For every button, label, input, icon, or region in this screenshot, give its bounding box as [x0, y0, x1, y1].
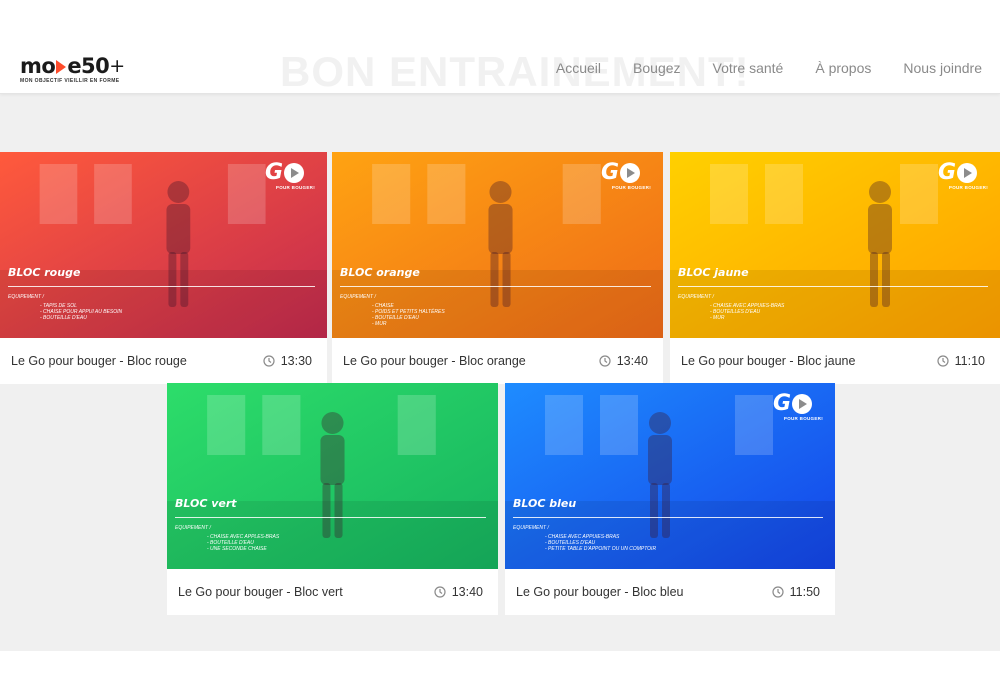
- video-title[interactable]: Le Go pour bouger - Bloc jaune: [681, 354, 855, 368]
- equipment-list: - CHAISE - POIDS ET PETITS HALTÈRES - BOUT…: [372, 303, 445, 327]
- go-tagline: POUR BOUGER!: [783, 416, 823, 421]
- equipment-item: - BOUTEILLE D'EAU: [40, 315, 87, 321]
- video-caption[interactable]: Le Go pour bouger - Bloc vert 13:40: [167, 569, 498, 615]
- video-title[interactable]: Le Go pour bouger - Bloc rouge: [11, 354, 187, 368]
- equipment-list: - CHAISE AVEC APPUIES-BRAS - BOUTEILLES D…: [545, 534, 656, 552]
- duration-text: 13:40: [451, 585, 483, 599]
- video-card-1[interactable]: G POUR BOUGER! BLOC rouge EQUIPEMENT / -…: [0, 152, 327, 384]
- play-icon: [620, 163, 641, 183]
- video-card-2[interactable]: G POUR BOUGER! BLOC orange EQUIPEMENT / …: [332, 152, 663, 384]
- main-nav: Accueil Bougez Votre santé À propos Nous…: [524, 60, 982, 76]
- clock-icon: [937, 355, 949, 367]
- play-icon: [957, 163, 978, 183]
- equipment-item: - UNE SECONDE CHAISE: [207, 546, 267, 552]
- bloc-label: BLOC rouge: [8, 266, 81, 279]
- go-tagline: POUR BOUGER!: [948, 185, 988, 190]
- go-letters: G: [265, 160, 284, 185]
- clock-icon: [599, 355, 611, 367]
- video-title[interactable]: Le Go pour bouger - Bloc bleu: [516, 585, 683, 599]
- clock-icon: [772, 586, 784, 598]
- go-pour-bouger-logo: G POUR BOUGER!: [773, 393, 823, 425]
- equipment-list: - CHAISE AVEC APPUIES-BRAS - BOUTEILLES D…: [710, 303, 784, 321]
- video-caption[interactable]: Le Go pour bouger - Bloc bleu 11:50: [505, 569, 835, 615]
- video-thumbnail[interactable]: G POUR BOUGER! BLOC rouge EQUIPEMENT / -…: [0, 152, 327, 338]
- logo-wordmark: mo e50 +: [20, 55, 140, 77]
- bloc-label: BLOC jaune: [678, 266, 749, 279]
- video-card-5[interactable]: G POUR BOUGER! BLOC bleu EQUIPEMENT / - …: [505, 383, 835, 615]
- thumbnail-divider: [175, 517, 486, 518]
- clock-icon: [434, 586, 446, 598]
- video-thumbnail[interactable]: G POUR BOUGER! BLOC bleu EQUIPEMENT / - …: [505, 383, 835, 569]
- go-pour-bouger-logo: G POUR BOUGER!: [938, 162, 988, 194]
- play-icon: [792, 394, 813, 414]
- go-letters: G: [773, 391, 792, 416]
- go-tagline: POUR BOUGER!: [275, 185, 315, 190]
- video-duration: 13:30: [263, 354, 312, 368]
- video-caption[interactable]: Le Go pour bouger - Bloc rouge 13:30: [0, 338, 327, 384]
- logo-text-start: mo: [20, 54, 56, 78]
- nav-votre-sante[interactable]: Votre santé: [713, 60, 784, 76]
- go-pour-bouger-logo: G POUR BOUGER!: [265, 162, 315, 194]
- video-title[interactable]: Le Go pour bouger - Bloc orange: [343, 354, 526, 368]
- nav-nous-joindre[interactable]: Nous joindre: [903, 60, 982, 76]
- video-card-4[interactable]: G POUR BOUGER! BLOC vert EQUIPEMENT / - …: [167, 383, 498, 615]
- equipment-label: EQUIPEMENT /: [8, 294, 44, 300]
- bloc-label: BLOC orange: [340, 266, 420, 279]
- duration-text: 13:40: [616, 354, 648, 368]
- nav-bougez[interactable]: Bougez: [633, 60, 680, 76]
- video-duration: 11:10: [937, 354, 985, 368]
- equipment-label: EQUIPEMENT /: [513, 525, 549, 531]
- thumbnail-divider: [513, 517, 823, 518]
- duration-text: 11:50: [789, 585, 820, 599]
- video-duration: 13:40: [599, 354, 648, 368]
- bloc-label: BLOC vert: [175, 497, 237, 510]
- clock-icon: [263, 355, 275, 367]
- thumbnail-divider: [678, 286, 988, 287]
- site-header: mo e50 + MON OBJECTIF VIEILLIR EN FORME BO…: [0, 0, 1000, 95]
- logo-arrow-icon: [56, 60, 67, 74]
- move50-logo[interactable]: mo e50 + MON OBJECTIF VIEILLIR EN FORME: [20, 55, 140, 87]
- go-pour-bouger-logo: G POUR BOUGER!: [601, 162, 651, 194]
- equipment-item: - PETITE TABLE D'APPOINT OU UN COMPTOIR: [545, 546, 657, 552]
- nav-a-propos[interactable]: À propos: [815, 60, 871, 76]
- equipment-label: EQUIPEMENT /: [175, 525, 211, 531]
- logo-tagline: MON OBJECTIF VIEILLIR EN FORME: [20, 78, 120, 84]
- logo-text-end: e50: [67, 54, 110, 78]
- go-letters: G: [938, 160, 957, 185]
- video-thumbnail[interactable]: G POUR BOUGER! BLOC jaune EQUIPEMENT / -…: [670, 152, 1000, 338]
- equipment-item: - MUR: [710, 315, 725, 321]
- logo-plus: +: [109, 55, 125, 77]
- thumbnail-divider: [8, 286, 315, 287]
- duration-text: 11:10: [954, 354, 985, 368]
- equipment-label: EQUIPEMENT /: [340, 294, 376, 300]
- video-card-3[interactable]: G POUR BOUGER! BLOC jaune EQUIPEMENT / -…: [670, 152, 1000, 384]
- duration-text: 13:30: [280, 354, 312, 368]
- video-caption[interactable]: Le Go pour bouger - Bloc orange 13:40: [332, 338, 663, 384]
- equipment-item: - MUR: [372, 321, 387, 327]
- equipment-label: EQUIPEMENT /: [678, 294, 714, 300]
- go-letters: G: [601, 160, 620, 185]
- play-icon: [284, 163, 305, 183]
- bloc-label: BLOC bleu: [513, 497, 577, 510]
- equipment-list: - TAPIS DE SOL - CHAISE POUR APPUI AU BES…: [40, 303, 122, 321]
- video-duration: 11:50: [772, 585, 820, 599]
- thumbnail-divider: [340, 286, 651, 287]
- equipment-list: - CHAISE AVEC APPLES-BRAS - BOUTEILLE D'E…: [207, 534, 279, 552]
- video-thumbnail[interactable]: G POUR BOUGER! BLOC vert EQUIPEMENT / - …: [167, 383, 498, 569]
- video-duration: 13:40: [434, 585, 483, 599]
- video-caption[interactable]: Le Go pour bouger - Bloc jaune 11:10: [670, 338, 1000, 384]
- video-thumbnail[interactable]: G POUR BOUGER! BLOC orange EQUIPEMENT / …: [332, 152, 663, 338]
- video-title[interactable]: Le Go pour bouger - Bloc vert: [178, 585, 343, 599]
- page-bottom: [0, 651, 1000, 700]
- go-tagline: POUR BOUGER!: [611, 185, 651, 190]
- nav-accueil[interactable]: Accueil: [556, 60, 601, 76]
